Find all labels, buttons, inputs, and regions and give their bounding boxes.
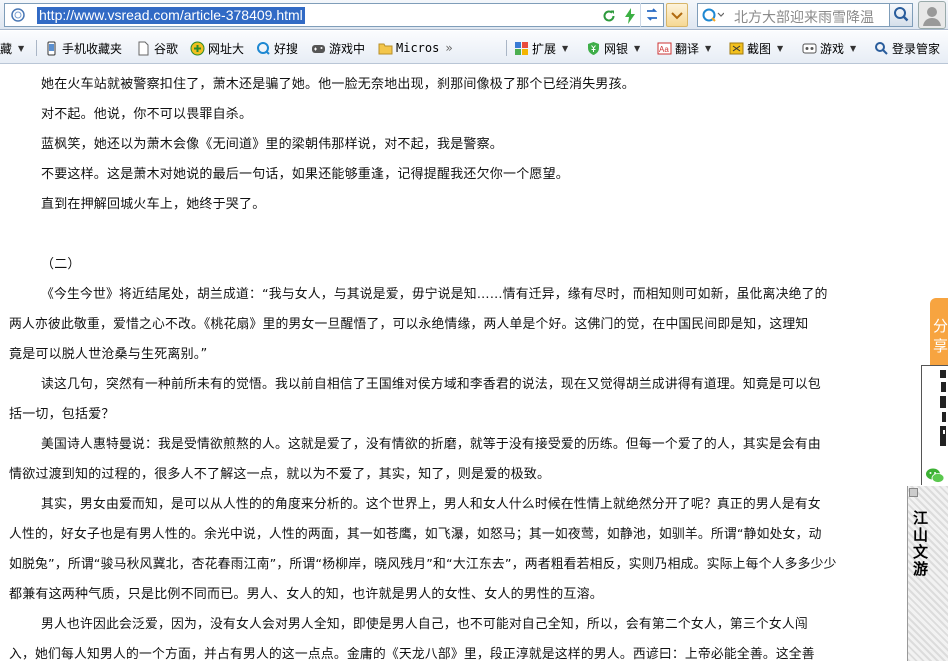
fav-item-micros[interactable]: Micros »	[378, 39, 453, 57]
phone-icon	[47, 41, 56, 55]
switch-arrows-icon	[646, 8, 658, 21]
url-input[interactable]: http://www.vsread.com/article-378409.htm…	[4, 3, 664, 27]
article-paragraph: 《今生今世》将近结尾处，胡兰成道：“我与女人，与其说是爱，毋宁说是知……情有迁异…	[41, 287, 828, 302]
caret-down-icon: ▼	[562, 43, 569, 53]
search-button[interactable]	[889, 3, 913, 27]
toolbar-label: 网银	[604, 41, 629, 56]
article-paragraph: 蓝枫笑，她还以为萧木会像《无间道》里的梁朝伟那样说，对不起，我是警察。	[41, 137, 504, 152]
search-placeholder: 北方大部迎来雨雪降温	[734, 10, 874, 26]
fav-item-hao123[interactable]: 网址大	[190, 39, 244, 57]
article-paragraph: 都兼有这两种气质，只是比例不同而已。男人、女人的知，也许就是男人的女性、女人的男…	[9, 587, 604, 602]
fav-item-label: 网址大	[208, 41, 245, 56]
divider	[36, 40, 37, 56]
fav-item-haosou[interactable]: 好搜	[256, 39, 298, 57]
address-dropdown-button[interactable]	[666, 3, 688, 27]
caret-down-icon: ▼	[850, 43, 857, 53]
article-paragraph: 人性的，好女子也是有男人性的。余光中说，人性的两面，其一如苍鹰，如飞瀑，如怒马；…	[9, 527, 822, 542]
article-paragraph: 入，她们每人知男人的一个方面，并占有男人的这一点点。金庸的《天龙八部》里，段正淳…	[9, 647, 815, 661]
toolbar-screenshot[interactable]: 截图 ▼	[729, 39, 783, 57]
ad-title: 江山文游	[913, 509, 929, 578]
article-paragraph: 括一切，包括爱？	[9, 407, 115, 422]
shield-yen-icon	[588, 41, 599, 55]
article-paragraph: 她在火车站就被警察扣住了，萧木还是骗了她。他一脸无奈地出现，刹那间像极了那个已经…	[41, 77, 636, 92]
toolbar-label: 游戏	[820, 41, 845, 56]
caret-down-icon: ▼	[634, 43, 641, 53]
toolbar-ebank[interactable]: 网银 ▼	[586, 39, 640, 57]
fav-item-label: 游戏中	[329, 41, 366, 56]
scissors-icon	[729, 42, 744, 54]
caret-down-icon: ▼	[18, 43, 25, 53]
wechat-icon[interactable]	[925, 467, 945, 485]
fav-item-google[interactable]: 谷歌	[136, 39, 178, 57]
translate-icon: Aa	[657, 42, 672, 54]
chevron-down-icon	[671, 12, 683, 20]
folder-icon	[378, 43, 393, 54]
caret-down-icon: ▼	[705, 43, 712, 53]
search-engine-icon	[702, 8, 724, 22]
magnifier-icon	[894, 7, 909, 22]
plus-circle-icon	[190, 41, 205, 55]
lightning-icon[interactable]	[623, 8, 637, 24]
qr-code-icon	[940, 370, 946, 446]
fav-item-label: 手机收藏夹	[62, 41, 123, 56]
article-paragraph: 其实，男女由爱而知，是可以从人性的的角度来分析的。这个世界上，男人和女人什么时候…	[41, 497, 821, 512]
fav-item-label: Micros	[396, 41, 440, 55]
fav-item-label: 好搜	[274, 41, 299, 56]
svg-text:Aa: Aa	[659, 45, 669, 54]
article-body: 她在火车站就被警察扣住了，萧木还是骗了她。他一脸无奈地出现，刹那间像极了那个已经…	[0, 65, 918, 661]
article-paragraph: 两人亦彼此敬重，爱惜之心不改。《桃花扇》里的男女一旦醒悟了，可以永绝情缘，两人单…	[9, 317, 809, 332]
article-paragraph: 美国诗人惠特曼说：我是受情欲煎熬的人。这就是爱了，没有情欲的折磨，就等于没有接受…	[41, 437, 821, 452]
search-q-icon	[257, 41, 270, 55]
article-paragraph: 竟是可以脱人世沧桑与生死离别。”	[9, 347, 208, 362]
toolbar-label: 扩展	[532, 41, 557, 56]
favorites-bar: 藏 ▼ 手机收藏夹 谷歌 网址大 好搜 游戏中 Micros » 扩展 ▼ 网银 ▼ …	[0, 31, 948, 64]
fav-item-label: 谷歌	[154, 41, 179, 56]
compat-mode-button[interactable]	[640, 3, 662, 27]
article-paragraph: 对不起。他说，你不可以畏罪自杀。	[41, 107, 253, 122]
article-paragraph: 如脱兔”，所谓“骏马秋风冀北，杏花春雨江南”，所谓“杨柳岸，晓风残月”和“大江东…	[9, 557, 837, 572]
toolbar-extensions[interactable]: 扩展 ▼	[514, 39, 568, 57]
login-key-icon	[875, 41, 888, 55]
article-paragraph: 男人也许因此会泛爱，因为，没有女人会对男人全知，即使是男人自己，也不可能对自己全…	[41, 617, 808, 632]
article-paragraph: 直到在押解回城火车上，她终于哭了。	[41, 197, 266, 212]
page-icon	[138, 41, 149, 55]
favorites-label: 藏	[0, 41, 13, 56]
share-label: 分享	[933, 317, 948, 355]
article-paragraph: 情欲过渡到知的过程的，很多人不了解这一点，就以为不爱了，其实，知了，则是爱的极致…	[9, 467, 551, 482]
section-heading: （二）	[41, 257, 81, 272]
search-input[interactable]: 北方大部迎来雨雪降温	[697, 3, 913, 27]
toolbar-games[interactable]: 游戏 ▼	[802, 39, 856, 57]
fav-item-mobile[interactable]: 手机收藏夹	[44, 39, 122, 57]
divider	[506, 40, 507, 56]
avatar[interactable]	[918, 1, 946, 29]
caret-down-icon: ▼	[777, 43, 784, 53]
extension-grid-icon	[515, 41, 528, 55]
toolbar-login-manager[interactable]: 登录管家	[874, 39, 940, 57]
favorites-menu[interactable]: 藏 ▼	[0, 39, 24, 57]
toolbar-label: 翻译	[675, 41, 700, 56]
article-paragraph: 读这几句，突然有一种前所未有的觉悟。我以前自相信了王国维对侯方域和李香君的说法，…	[41, 377, 821, 392]
address-bar-row: http://www.vsread.com/article-378409.htm…	[0, 0, 948, 30]
page-globe-icon	[11, 8, 25, 22]
toolbar-label: 截图	[747, 41, 772, 56]
user-icon	[923, 7, 941, 26]
refresh-icon[interactable]	[602, 9, 616, 23]
gamepad-icon	[312, 44, 325, 53]
fav-item-games-center[interactable]: 游戏中	[311, 39, 365, 57]
overflow-chevron-icon[interactable]: »	[445, 41, 452, 55]
toolbar-translate[interactable]: Aa 翻译 ▼	[657, 39, 711, 57]
url-text[interactable]: http://www.vsread.com/article-378409.htm…	[37, 7, 305, 24]
game-icon	[802, 43, 817, 53]
article-paragraph: 不要这样。这是萧木对她说的最后一句话，如果还能够重逢，记得提醒我还欠你一个愿望。	[41, 167, 570, 182]
ad-close-icon[interactable]	[909, 488, 918, 497]
toolbar-label: 登录管家	[892, 41, 941, 56]
